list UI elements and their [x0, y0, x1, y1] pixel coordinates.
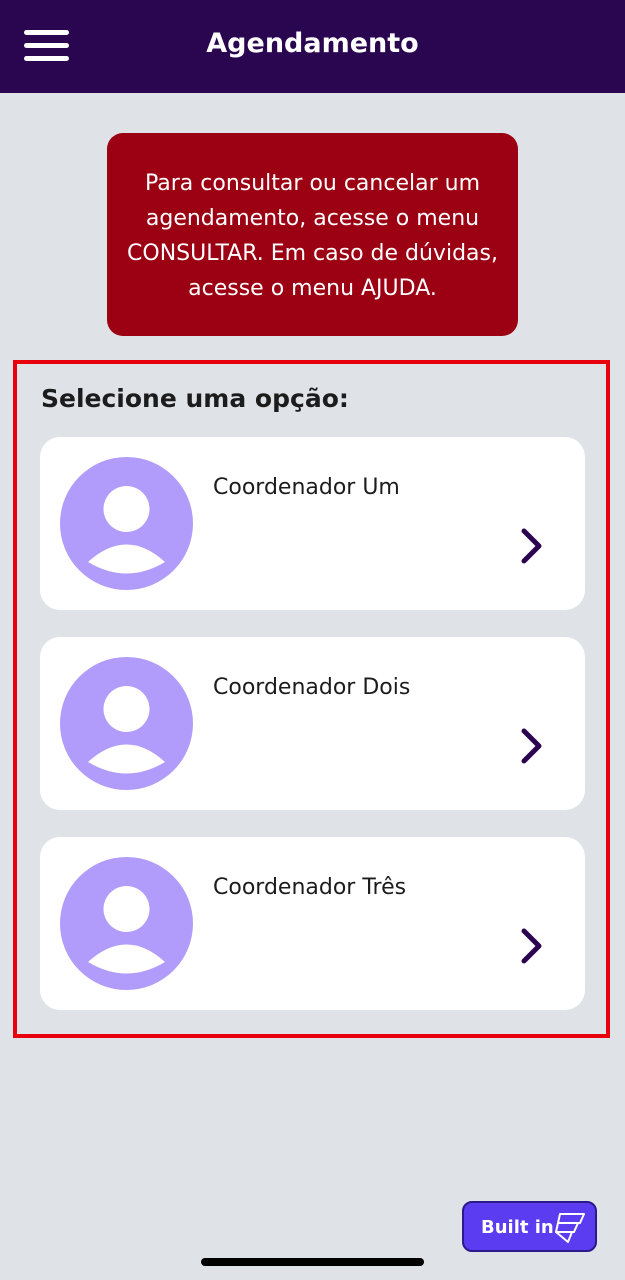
user-avatar-icon: [60, 457, 193, 590]
home-indicator: [201, 1258, 424, 1266]
option-card-coordenador-tres[interactable]: Coordenador Três: [40, 837, 585, 1010]
option-name: Coordenador Três: [213, 875, 407, 900]
option-card-coordenador-um[interactable]: Coordenador Um: [40, 437, 585, 610]
user-avatar-icon: [60, 857, 193, 990]
built-in-badge[interactable]: Built in: [462, 1201, 597, 1252]
chevron-right-icon: [521, 928, 542, 964]
user-avatar-icon: [60, 657, 193, 790]
option-selection-section: Selecione uma opção: Coordenador Um Coor…: [13, 360, 610, 1038]
option-name: Coordenador Dois: [213, 675, 411, 700]
option-card-coordenador-dois[interactable]: Coordenador Dois: [40, 637, 585, 810]
chevron-right-icon: [521, 728, 542, 764]
selection-title: Selecione uma opção:: [41, 384, 349, 413]
page-title: Agendamento: [206, 28, 419, 59]
badge-label: Built in: [481, 1217, 554, 1238]
app-header: Agendamento: [0, 0, 625, 93]
builder-logo-icon: [555, 1213, 585, 1243]
option-name: Coordenador Um: [213, 475, 400, 500]
info-notice: Para consultar ou cancelar um agendament…: [107, 133, 518, 336]
chevron-right-icon: [521, 528, 542, 564]
